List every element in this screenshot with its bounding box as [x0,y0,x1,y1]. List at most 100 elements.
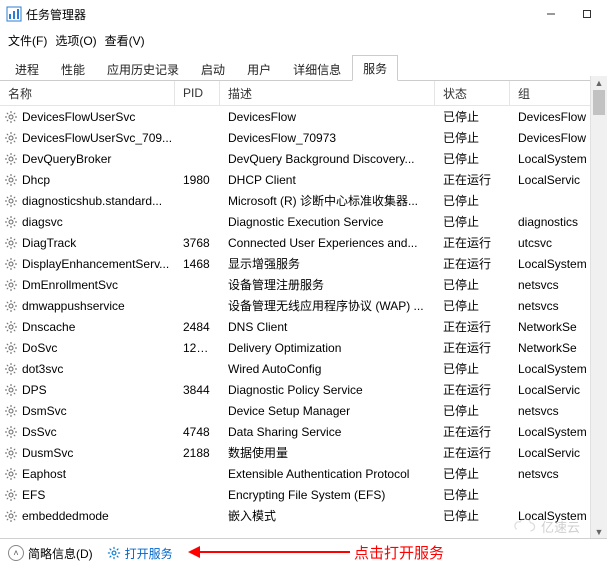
service-desc: DevicesFlow [220,110,435,124]
service-status: 已停止 [435,108,510,125]
service-desc: Extensible Authentication Protocol [220,467,435,481]
col-status[interactable]: 状态 [435,81,510,105]
menu-view[interactable]: 查看(V) [103,32,147,49]
service-status: 正在运行 [435,444,510,461]
service-desc: 显示增强服务 [220,255,435,272]
service-name: DsSvc [22,425,57,439]
table-row[interactable]: dmwappushservice设备管理无线应用程序协议 (WAP) ...已停… [0,295,607,316]
service-status: 正在运行 [435,381,510,398]
maximize-button[interactable] [569,0,605,28]
service-status: 已停止 [435,213,510,230]
service-icon [4,509,18,523]
table-header: 名称 PID 描述 状态 组 [0,81,607,106]
table-row[interactable]: dot3svcWired AutoConfig已停止LocalSystem [0,358,607,379]
service-pid: 2188 [175,446,220,460]
service-desc: DevQuery Background Discovery... [220,152,435,166]
table-row[interactable]: Dnscache2484DNS Client正在运行NetworkSe [0,316,607,337]
service-icon [4,215,18,229]
table-row[interactable]: EFSEncrypting File System (EFS)已停止 [0,484,607,505]
watermark-text: 亿速云 [541,517,580,536]
window-title: 任务管理器 [26,6,86,23]
service-desc: DevicesFlow_70973 [220,131,435,145]
table-row[interactable]: Eaphost Extensible Authentication Protoco… [0,463,607,484]
service-desc: 设备管理无线应用程序协议 (WAP) ... [220,297,435,314]
service-icon [4,362,18,376]
table-row[interactable]: DevicesFlowUserSvcDevicesFlow已停止DevicesF… [0,106,607,127]
service-pid: 1980 [175,173,220,187]
service-icon [4,446,18,460]
table-row[interactable]: diagsvcDiagnostic Execution Service已停止di… [0,211,607,232]
service-name: embeddedmode [22,509,109,523]
service-desc: Diagnostic Execution Service [220,215,435,229]
minimize-button[interactable] [533,0,569,28]
gear-icon [107,546,121,560]
col-desc[interactable]: 描述 [220,81,435,105]
tab-details[interactable]: 详细信息 [282,56,352,81]
service-name: diagnosticshub.standard... [22,194,162,208]
service-name: DsmSvc [22,404,67,418]
service-icon [4,383,18,397]
service-icon [4,404,18,418]
table-row[interactable]: DsmSvcDevice Setup Manager已停止netsvcs [0,400,607,421]
service-pid: 2484 [175,320,220,334]
tab-history[interactable]: 应用历史记录 [96,56,190,81]
vertical-scrollbar[interactable]: ▲ ▼ [590,76,607,539]
service-status: 正在运行 [435,423,510,440]
table-row[interactable]: DusmSvc2188数据使用量正在运行LocalServic [0,442,607,463]
service-name: Dnscache [22,320,75,334]
service-desc: DHCP Client [220,173,435,187]
service-name: DmEnrollmentSvc [22,278,118,292]
service-status: 已停止 [435,129,510,146]
service-desc: Device Setup Manager [220,404,435,418]
col-pid[interactable]: PID [175,81,220,105]
table-row[interactable]: DevQueryBroker DevQuery Background Discov… [0,148,607,169]
service-name: dmwappushservice [22,299,125,313]
service-desc: 数据使用量 [220,444,435,461]
tab-users[interactable]: 用户 [236,56,282,81]
scroll-thumb[interactable] [593,90,605,115]
service-name: DiagTrack [22,236,76,250]
tab-performance[interactable]: 性能 [50,56,96,81]
table-row[interactable]: DPS3844Diagnostic Policy Service正在运行Loca… [0,379,607,400]
service-pid: 3844 [175,383,220,397]
tab-processes[interactable]: 进程 [4,56,50,81]
service-name: DevQueryBroker [22,152,111,166]
chevron-up-circle-icon: ˄ [8,545,24,561]
table-row[interactable]: Dhcp1980DHCP Client正在运行LocalServic [0,169,607,190]
service-icon [4,278,18,292]
menu-options[interactable]: 选项(O) [53,32,98,49]
menu-file[interactable]: 文件(F) [6,32,49,49]
service-status: 已停止 [435,360,510,377]
table-row[interactable]: DiagTrack3768Connected User Experiences … [0,232,607,253]
service-status: 已停止 [435,402,510,419]
table-row[interactable]: diagnosticshub.standard...Microsoft (R) … [0,190,607,211]
service-pid: 12492 [175,341,220,355]
service-status: 已停止 [435,276,510,293]
service-icon [4,110,18,124]
watermark: 亿速云 [511,511,601,541]
scroll-up-arrow[interactable]: ▲ [591,76,607,90]
open-services-link[interactable]: 打开服务 [107,545,173,562]
service-desc: Data Sharing Service [220,425,435,439]
service-icon [4,299,18,313]
service-icon [4,425,18,439]
table-row[interactable]: DisplayEnhancementServ...1468显示增强服务正在运行L… [0,253,607,274]
service-status: 正在运行 [435,255,510,272]
tab-startup[interactable]: 启动 [190,56,236,81]
service-name: Eaphost [22,467,66,481]
table-row[interactable]: DmEnrollmentSvc设备管理注册服务已停止netsvcs [0,274,607,295]
table-row[interactable]: DevicesFlowUserSvc_709...DevicesFlow_709… [0,127,607,148]
table-row[interactable]: DoSvc12492Delivery Optimization正在运行Netwo… [0,337,607,358]
brief-info-link[interactable]: ˄ 简略信息(D) [8,545,93,562]
col-name[interactable]: 名称 [0,81,175,105]
tab-services[interactable]: 服务 [352,55,398,81]
service-pid: 3768 [175,236,220,250]
service-status: 已停止 [435,192,510,209]
service-status: 已停止 [435,465,510,482]
service-name: diagsvc [22,215,63,229]
service-icon [4,194,18,208]
service-desc: Delivery Optimization [220,341,435,355]
service-name: DusmSvc [22,446,73,460]
service-desc: 嵌入模式 [220,507,435,524]
table-row[interactable]: DsSvc4748Data Sharing Service正在运行LocalSy… [0,421,607,442]
